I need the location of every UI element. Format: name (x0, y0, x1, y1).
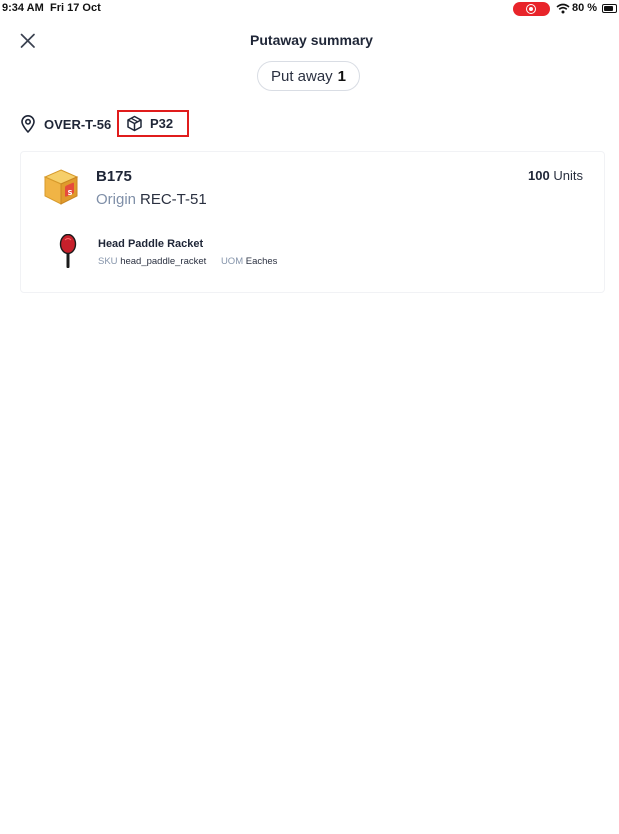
origin-row: Origin REC-T-51 (96, 191, 207, 208)
svg-text:S: S (68, 189, 73, 197)
batch-card[interactable]: S B175 Origin REC-T-51 100 Units Head Pad… (20, 151, 605, 293)
status-time: 9:34 AM (2, 2, 44, 14)
box-icon: S (43, 169, 79, 205)
location-label: OVER-T-56 (44, 116, 112, 132)
unit-label: Units (553, 168, 583, 183)
map-pin-icon (21, 115, 35, 133)
sku-value: head_paddle_racket (120, 256, 207, 267)
put-away-label: Put away (270, 67, 333, 85)
cube-icon (127, 115, 142, 132)
put-away-count: 1 (337, 67, 347, 85)
wifi-icon (556, 3, 570, 14)
put-away-count-chip[interactable]: Put away 1 (257, 61, 360, 91)
battery-icon (602, 4, 617, 13)
batch-id: B175 (96, 168, 132, 185)
origin-label: Origin (96, 191, 137, 208)
pallet-tag[interactable]: P32 (117, 110, 189, 137)
uom-label: UOM (220, 256, 244, 267)
battery-percentage: 80 % (572, 2, 598, 14)
paddle-racket-icon (59, 234, 77, 268)
screen-recording-icon (513, 2, 550, 16)
product-name: Head Paddle Racket (98, 238, 204, 250)
unit-quantity: 100 Units (528, 168, 583, 183)
status-bar: 9:34 AM Fri 17 Oct 80 % (0, 0, 619, 18)
location-row: OVER-T-56 (20, 112, 111, 136)
sku-label: SKU (98, 256, 118, 267)
origin-value: REC-T-51 (140, 191, 207, 208)
pallet-label: P32 (150, 116, 174, 131)
status-date: Fri 17 Oct (50, 2, 101, 14)
uom-value: Eaches (245, 256, 278, 267)
quantity-value: 100 (528, 168, 550, 183)
page-title: Putaway summary (250, 32, 373, 48)
product-meta: SKU head_paddle_racket UOM Eaches (98, 256, 277, 267)
